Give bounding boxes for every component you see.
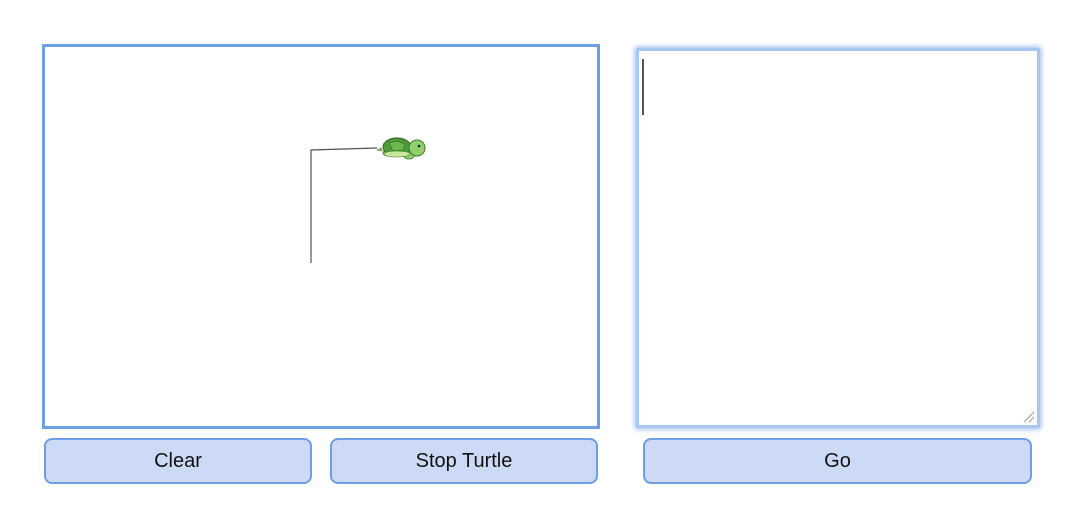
drawing-surface	[310, 137, 426, 263]
turtle-path	[310, 147, 378, 263]
turtle-icon	[376, 137, 426, 160]
text-caret	[642, 59, 644, 115]
resize-grip-icon[interactable]	[1021, 409, 1035, 423]
clear-button-label: Clear	[154, 449, 202, 472]
go-button[interactable]: Go	[643, 438, 1032, 484]
code-editor[interactable]	[636, 48, 1040, 428]
turtle-canvas	[42, 44, 600, 429]
stop-turtle-button[interactable]: Stop Turtle	[330, 438, 598, 484]
turtle-app: Clear Stop Turtle Go	[0, 0, 1090, 518]
clear-button[interactable]: Clear	[44, 438, 312, 484]
go-button-label: Go	[824, 449, 851, 472]
stop-turtle-button-label: Stop Turtle	[415, 449, 513, 472]
